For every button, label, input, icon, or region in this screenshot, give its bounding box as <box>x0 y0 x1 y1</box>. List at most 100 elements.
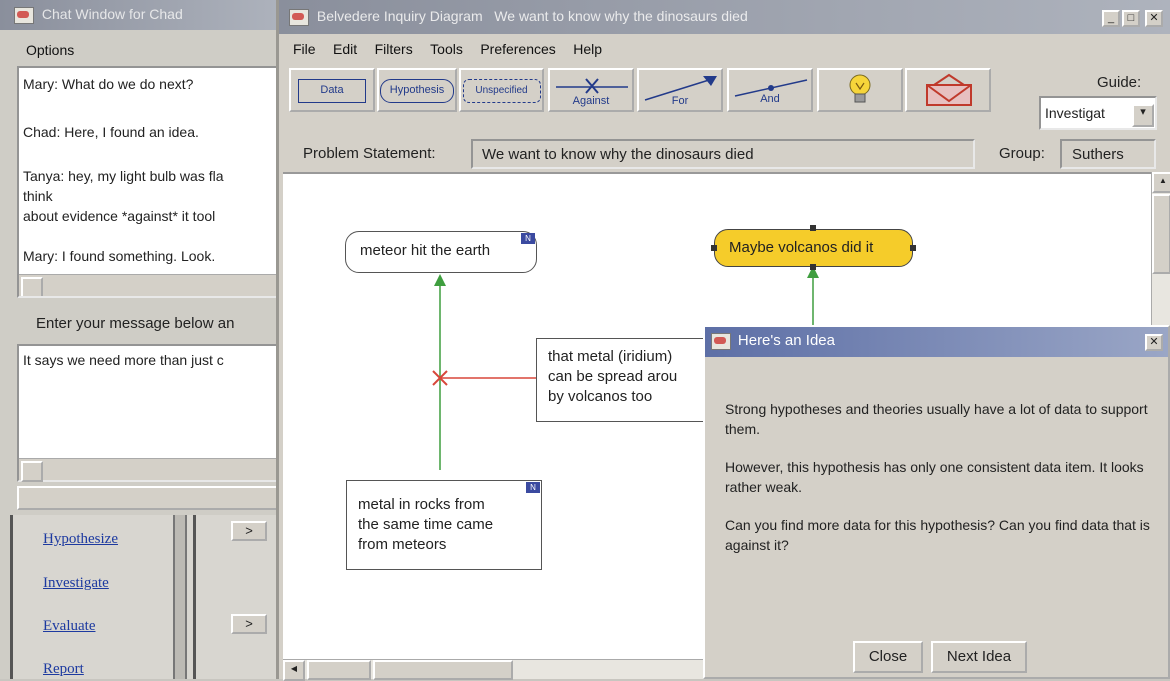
data-node-text: from meteors <box>358 536 447 553</box>
menu-tools[interactable]: Tools <box>430 41 463 57</box>
group-field[interactable]: Suthers <box>1060 139 1156 169</box>
and-tool-label: And <box>760 93 780 105</box>
menu-filters[interactable]: Filters <box>375 41 413 57</box>
idea-titlebar[interactable]: Here's an Idea <box>705 327 1168 357</box>
for-link[interactable] <box>434 274 446 470</box>
guide-label: Guide: <box>1097 74 1142 91</box>
against-tool-label: Against <box>572 95 610 107</box>
scroll-thumb[interactable] <box>1152 194 1170 274</box>
hypothesis-node-selected[interactable]: Maybe volcanos did it <box>714 229 913 267</box>
close-button[interactable]: ✕ <box>1145 10 1163 27</box>
selection-handle[interactable] <box>810 264 816 270</box>
chat-message: think <box>23 188 53 204</box>
guide-select-value: Investigat <box>1045 105 1105 121</box>
scroll-left-icon[interactable]: ◀ <box>283 660 305 681</box>
data-node-text: can be spread arou <box>548 368 678 385</box>
scroll-thumb[interactable] <box>307 660 371 680</box>
hypothesis-node[interactable]: meteor hit the earth N <box>345 231 537 273</box>
close-icon[interactable]: ✕ <box>1145 334 1163 351</box>
note-icon[interactable]: N <box>521 233 535 244</box>
idea-paragraph: However, this hypothesis has only one co… <box>725 459 1144 495</box>
chat-window: Chat Window for Chad Options Mary: What … <box>0 0 287 679</box>
against-link[interactable] <box>432 370 536 386</box>
group-label: Group: <box>999 145 1045 162</box>
maximize-button[interactable]: □ <box>1122 10 1140 27</box>
hypothesis-tool-box: Hypothesis <box>380 79 454 103</box>
lightbulb-tool-button[interactable] <box>817 68 903 112</box>
group-value: Suthers <box>1072 146 1124 163</box>
data-node-text: the same time came <box>358 516 494 533</box>
nav-link-hypothesize[interactable]: Hypothesize <box>43 531 118 548</box>
for-tool-button[interactable]: For <box>637 68 723 112</box>
problem-statement-label: Problem Statement: <box>303 145 436 162</box>
main-menubar: File Edit Filters Tools Preferences Help <box>293 41 615 59</box>
hypothesis-node-text: meteor hit the earth <box>360 242 491 259</box>
menu-file[interactable]: File <box>293 41 316 57</box>
chat-message: Chad: Here, I found an idea. <box>23 124 199 140</box>
chat-menu-options[interactable]: Options <box>26 42 74 58</box>
chat-message: Mary: I found something. Look. <box>23 248 216 264</box>
chat-titlebar[interactable]: Chat Window for Chad <box>0 0 285 30</box>
lightbulb-icon <box>849 74 871 103</box>
send-button[interactable] <box>17 486 285 510</box>
data-node[interactable]: metal in rocks from the same time came f… <box>346 480 542 570</box>
data-tool-button[interactable]: Data <box>289 68 375 112</box>
guide-select[interactable]: Investigat ▾ <box>1039 96 1157 130</box>
chat-input-scrollbar[interactable] <box>19 458 287 482</box>
scroll-up-icon[interactable]: ▲ <box>1152 172 1170 193</box>
expand-button[interactable]: > <box>231 614 267 634</box>
main-titlebar[interactable]: Belvedere Inquiry Diagram We want to kno… <box>279 0 1170 34</box>
chat-input-text: It says we need more than just c <box>23 352 224 368</box>
menu-help[interactable]: Help <box>573 41 602 57</box>
close-button[interactable]: Close <box>853 641 923 673</box>
selection-handle[interactable] <box>910 245 916 251</box>
unspecified-tool-box: Unspecified <box>462 79 541 103</box>
data-node-text: metal in rocks from <box>358 496 485 513</box>
minimize-button[interactable]: _ <box>1102 10 1120 27</box>
nav-link-evaluate[interactable]: Evaluate <box>43 618 95 635</box>
for-tool-label: For <box>671 95 689 107</box>
nav-panel: Hypothesize Investigate Evaluate Report … <box>10 515 285 679</box>
selection-handle[interactable] <box>711 245 717 251</box>
chat-log-scrollbar[interactable] <box>19 274 283 296</box>
nav-link-report[interactable]: Report <box>43 661 84 678</box>
chat-prompt: Enter your message below an <box>36 315 235 332</box>
chat-message: Tanya: hey, my light bulb was fla <box>23 168 224 184</box>
app-icon <box>14 6 34 24</box>
app-icon <box>711 332 731 350</box>
against-tool-button[interactable]: Against <box>548 68 634 112</box>
and-tool-button[interactable]: And <box>727 68 813 112</box>
idea-paragraph: Strong hypotheses and theories usually h… <box>725 401 1148 437</box>
against-link-icon <box>556 78 628 94</box>
scroll-left-icon[interactable] <box>21 277 43 296</box>
chat-title: Chat Window for Chad <box>41 6 183 22</box>
scroll-thumb[interactable] <box>373 660 513 680</box>
hypothesis-tool-button[interactable]: Hypothesis <box>377 68 457 112</box>
hypothesis-node-text: Maybe volcanos did it <box>729 239 874 256</box>
note-icon[interactable]: N <box>526 482 540 493</box>
problem-statement-field[interactable]: We want to know why the dinosaurs died <box>471 139 975 169</box>
chat-message: Mary: What do we do next? <box>23 76 194 92</box>
nav-link-investigate[interactable]: Investigate <box>43 575 109 592</box>
for-link[interactable] <box>807 266 819 330</box>
chevron-down-icon[interactable]: ▾ <box>1132 104 1154 127</box>
nav-divider <box>173 515 187 679</box>
idea-text: Strong hypotheses and theories usually h… <box>725 399 1165 555</box>
data-node[interactable]: that metal (iridium) can be spread arou … <box>536 338 716 422</box>
selection-handle[interactable] <box>810 225 816 231</box>
scroll-left-icon[interactable] <box>21 461 43 482</box>
next-idea-button[interactable]: Next Idea <box>931 641 1027 673</box>
menu-preferences[interactable]: Preferences <box>480 41 555 57</box>
idea-dialog: Here's an Idea ✕ Strong hypotheses and t… <box>703 325 1170 679</box>
idea-paragraph: Can you find more data for this hypothes… <box>725 517 1150 553</box>
main-title: Belvedere Inquiry Diagram We want to kno… <box>316 8 748 24</box>
expand-button[interactable]: > <box>231 521 267 541</box>
idea-title: Here's an Idea <box>737 332 835 349</box>
chat-log: Mary: What do we do next? Chad: Here, I … <box>17 66 285 298</box>
data-tool-box: Data <box>298 79 366 103</box>
problem-statement-value: We want to know why the dinosaurs died <box>482 146 754 163</box>
unspecified-tool-button[interactable]: Unspecified <box>459 68 544 112</box>
menu-edit[interactable]: Edit <box>333 41 357 57</box>
chat-input[interactable]: It says we need more than just c <box>17 344 287 482</box>
archive-tool-button[interactable] <box>905 68 991 112</box>
